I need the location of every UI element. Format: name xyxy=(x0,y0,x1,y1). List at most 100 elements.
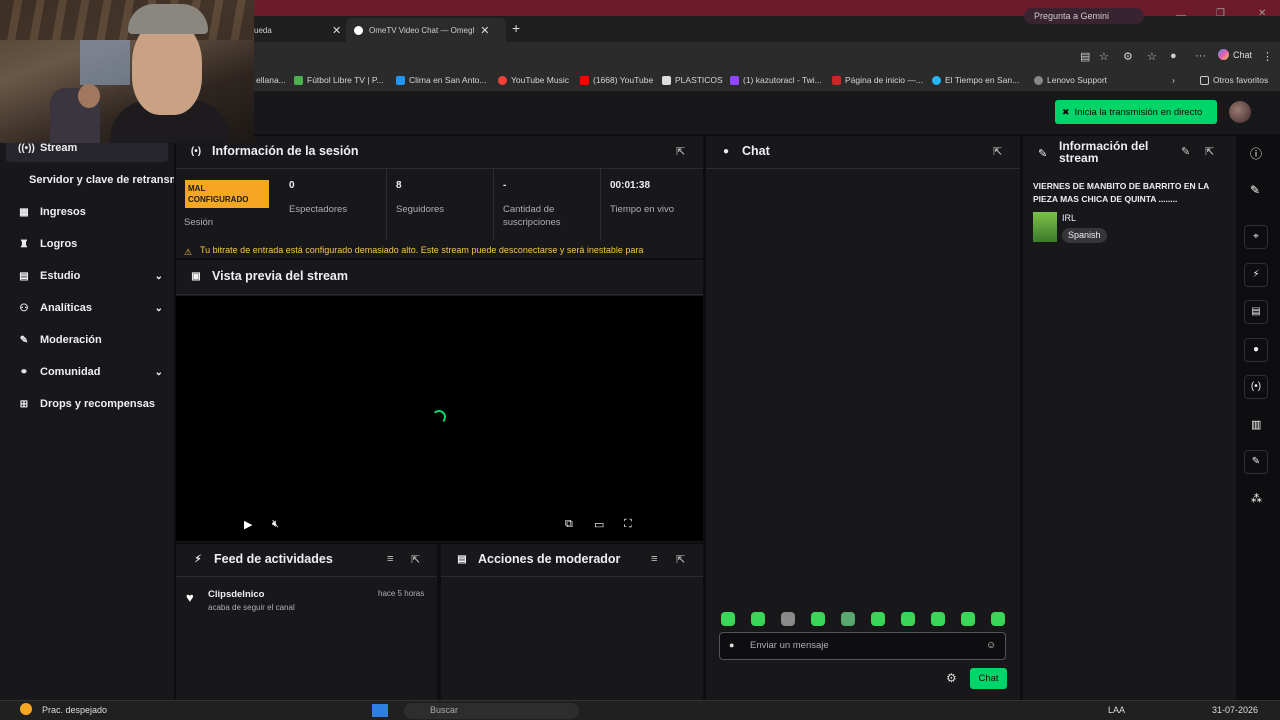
broadcast-icon[interactable]: (•) xyxy=(1244,375,1268,399)
studio-icon: ▤ xyxy=(19,270,29,282)
emote-icon[interactable] xyxy=(931,612,945,626)
bookmarks-overflow-icon[interactable]: › xyxy=(1172,75,1175,85)
clip-icon[interactable]: ⌖ xyxy=(1244,225,1268,249)
sidebar-item-stream-label[interactable]: ((•)) Stream xyxy=(18,142,163,154)
emote-icon[interactable] xyxy=(751,612,765,626)
bookmark[interactable]: PLASTICOS xyxy=(662,75,723,85)
sidebar-item-server-key[interactable]: Servidor y clave de retransm xyxy=(29,174,174,186)
filter-icon[interactable]: ≡ xyxy=(651,553,657,565)
popout-player-icon[interactable]: ⧉ xyxy=(565,518,573,531)
fullscreen-icon[interactable]: ⛶ xyxy=(624,518,632,531)
emote-icon[interactable] xyxy=(721,612,735,626)
add-action-icon[interactable]: ⁂ xyxy=(1251,492,1262,505)
emote-icon[interactable] xyxy=(871,612,885,626)
popout-icon[interactable]: ⇱ xyxy=(676,145,685,158)
browser-tab-active[interactable]: OmeTV Video Chat — Omegl ✕ xyxy=(346,18,506,42)
bookmark[interactable]: (1) kazutoracl - Twi... xyxy=(730,75,822,85)
chat-bubble-icon[interactable]: ● xyxy=(1244,338,1268,362)
stat-live-time: 00:01:38 Tiempo en vivo xyxy=(610,180,675,215)
emote-icon[interactable] xyxy=(841,612,855,626)
windows-start-icon[interactable] xyxy=(372,704,388,717)
info-icon[interactable]: ⓘ xyxy=(1250,145,1262,162)
loading-spinner-icon xyxy=(432,410,446,424)
stat-viewers: 0 Espectadores xyxy=(281,168,387,240)
bits-icon[interactable]: ● xyxy=(729,640,734,650)
bookmark[interactable]: Página de inicio —... xyxy=(832,75,923,85)
favorites-icon[interactable]: ☆ xyxy=(1147,50,1157,63)
close-tab-icon[interactable]: ✕ xyxy=(480,24,489,37)
bookmark-icon xyxy=(832,75,841,85)
stat-followers: 8 Seguidores xyxy=(388,168,494,240)
heart-icon: ♥ xyxy=(186,590,194,605)
minimize-icon[interactable]: — xyxy=(1176,10,1186,21)
bookmark[interactable]: (1668) YouTube xyxy=(580,75,653,85)
emote-icon[interactable] xyxy=(781,612,795,626)
stream-tag[interactable]: Spanish xyxy=(1062,228,1107,243)
bookmark[interactable]: ellana... xyxy=(256,75,286,85)
other-bookmarks[interactable]: Otros favoritos xyxy=(1200,75,1268,85)
bookmark[interactable]: Lenovo Support xyxy=(1034,75,1107,85)
bookmark[interactable]: El Tiempo en San... xyxy=(932,75,1019,85)
popout-icon[interactable]: ⇱ xyxy=(676,553,685,566)
more-menu-icon[interactable]: ··· xyxy=(1195,50,1206,62)
mod-actions-panel xyxy=(441,544,703,700)
live-icon: ✖ xyxy=(1062,106,1070,117)
go-live-button[interactable]: ✖ Inicia la transmisión en directo xyxy=(1055,100,1217,124)
taskbar-date[interactable]: 31-07-2026 xyxy=(1212,705,1258,715)
status-badge: MAL CONFIGURADO xyxy=(185,180,269,208)
notes-icon[interactable]: ▤ xyxy=(1244,300,1268,324)
extensions-icon[interactable]: ⚙ xyxy=(1123,50,1133,63)
youtube-music-icon xyxy=(498,75,507,85)
maximize-icon[interactable]: ❐ xyxy=(1216,8,1225,19)
chat-message-input[interactable]: Enviar un mensaje xyxy=(719,632,1006,660)
emote-icon[interactable] xyxy=(901,612,915,626)
chat-settings-icon[interactable]: ⚙ xyxy=(946,671,957,685)
emote-icon[interactable] xyxy=(811,612,825,626)
sidebar-item-analiticas[interactable]: ⚇ Analíticas ⌄ xyxy=(18,302,163,314)
bookmark[interactable]: YouTube Music xyxy=(498,75,569,85)
emoji-icon[interactable]: ☺ xyxy=(986,640,996,651)
bookmark[interactable]: Fútbol Libre TV | P... xyxy=(294,75,384,85)
theatre-mode-icon[interactable]: ▭ xyxy=(594,518,604,531)
sidebar-item-estudio[interactable]: ▤ Estudio ⌄ xyxy=(18,270,163,282)
mute-icon[interactable]: 🔇︎ xyxy=(272,518,279,531)
popout-icon[interactable]: ⇱ xyxy=(993,145,1002,158)
preview-icon: ▣ xyxy=(191,270,201,282)
input-language[interactable]: LAA xyxy=(1108,705,1125,715)
emote-icon[interactable] xyxy=(961,612,975,626)
favorite-star-icon[interactable]: ☆ xyxy=(1099,50,1109,63)
close-tab-icon[interactable]: ✕ xyxy=(332,24,341,37)
profile-avatar-icon[interactable]: ● xyxy=(1170,50,1177,62)
bookmark[interactable]: Clima en San Anto... xyxy=(396,75,487,85)
reader-icon[interactable]: ▤ xyxy=(1080,50,1090,63)
avatar[interactable] xyxy=(1229,101,1251,123)
sidebar-more-icon[interactable]: ⋮ xyxy=(1262,50,1273,63)
drops-icon: ⊞ xyxy=(19,398,29,410)
sidebar-item-drops[interactable]: ⊞ Drops y recompensas xyxy=(18,398,163,410)
emote-icon[interactable] xyxy=(991,612,1005,626)
play-icon[interactable]: ▶ xyxy=(244,518,252,531)
new-tab-icon[interactable]: + xyxy=(512,20,520,36)
print-icon[interactable]: ▥ xyxy=(1251,418,1261,431)
browser-tab[interactable]: ueda ✕ xyxy=(254,18,344,42)
popout-icon[interactable]: ⇱ xyxy=(411,553,420,566)
activity-time: hace 5 horas xyxy=(378,589,425,598)
filter-icon[interactable]: ≡ xyxy=(387,553,393,565)
chat-bubble-icon: ● xyxy=(722,145,730,157)
edit-icon[interactable]: ✎ xyxy=(1250,183,1260,197)
popout-icon[interactable]: ⇱ xyxy=(1205,145,1214,158)
sidebar-item-moderacion[interactable]: ✎ Moderación xyxy=(18,334,163,346)
close-window-icon[interactable]: ✕ xyxy=(1258,8,1266,19)
activity-user[interactable]: Clipsdelnico xyxy=(208,589,264,600)
lightning-icon[interactable]: ⚡︎ xyxy=(1244,263,1268,287)
chat-send-button[interactable]: Chat xyxy=(970,668,1007,689)
stream-category[interactable]: IRL xyxy=(1062,213,1076,223)
sidebar-item-comunidad[interactable]: ⚭ Comunidad ⌄ xyxy=(18,366,163,378)
edit-icon[interactable]: ✎ xyxy=(1181,145,1190,158)
wrench-icon[interactable]: ✎ xyxy=(1244,450,1268,474)
gemini-button[interactable]: Pregunta a Gemini xyxy=(1024,8,1144,24)
copilot-chat-button[interactable]: Chat xyxy=(1218,49,1252,60)
taskbar-search[interactable]: Buscar xyxy=(404,703,579,719)
sidebar-item-logros[interactable]: ♜ Logros xyxy=(18,238,163,250)
sidebar-item-ingresos[interactable]: ▦ Ingresos xyxy=(18,206,163,218)
